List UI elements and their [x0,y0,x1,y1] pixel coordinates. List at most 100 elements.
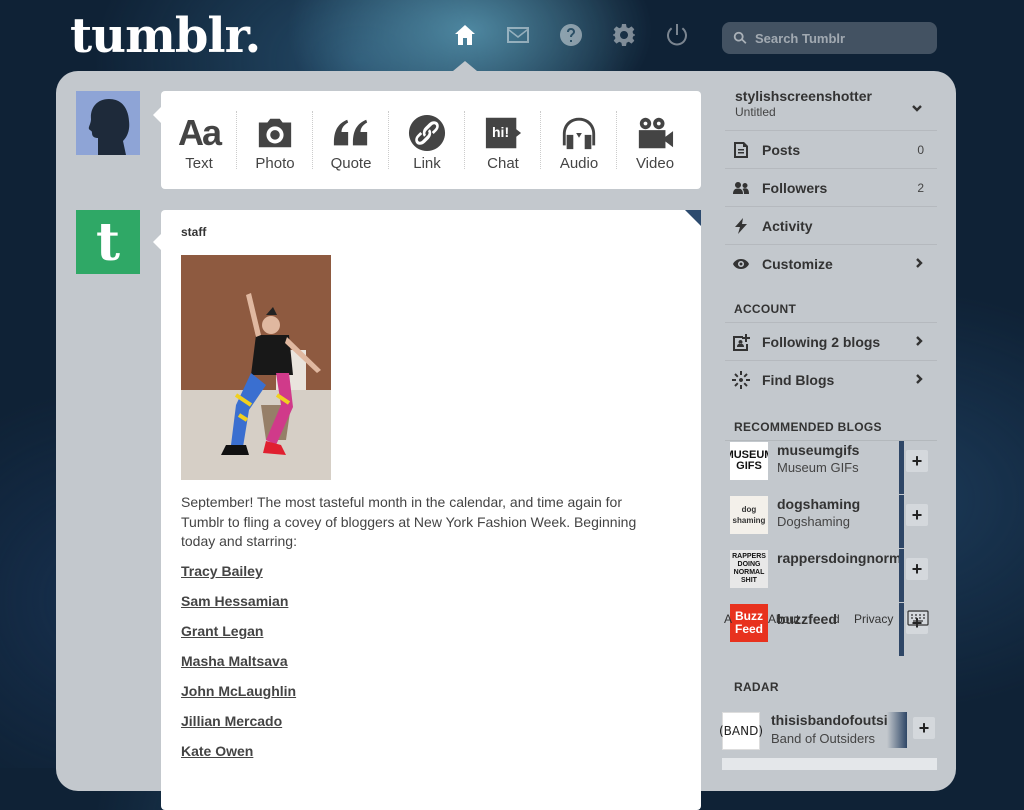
blog-title: Untitled [735,105,776,119]
blogger-link[interactable]: Jillian Mercado [181,713,282,729]
divider [887,712,907,748]
divider [899,495,904,548]
follow-button[interactable]: + [906,558,928,580]
footer-about-link[interactable]: About [768,612,799,626]
envelope-icon [507,27,529,43]
post-type-link[interactable]: Link [389,91,465,189]
chevron-right-icon [914,333,924,351]
keyboard-icon[interactable] [907,610,929,631]
recommended-blog[interactable]: dog shaming dogshaming Dogshaming + [725,495,937,548]
blog-avatar: (BAND) [719,712,763,750]
post-type-video[interactable]: Video [617,91,693,189]
radar-blog[interactable]: (BAND) thisisbandofoutsiders Band of Outs… [719,712,937,757]
search-icon [733,31,747,44]
sidebar-item-label: Customize [762,255,833,272]
sidebar-item-label: Posts [762,141,801,158]
find-blogs-icon [732,370,750,389]
blogger-link[interactable]: Sam Hessamian [181,593,288,609]
staff-avatar[interactable]: t [76,210,140,274]
followers-icon [733,181,749,194]
default-avatar-silhouette-icon [76,91,140,155]
blogger-link[interactable]: Tracy Bailey [181,563,263,579]
account-heading: ACCOUNT [734,302,797,316]
divider [899,441,904,494]
sidebar-item-followers[interactable]: Followers 2 [725,168,937,206]
chat-glyph: hi! [492,123,510,140]
post-type-quote[interactable]: Quote [313,91,389,189]
link-icon [408,114,446,151]
sidebar-item-label: Find Blogs [762,371,835,388]
posts-icon [734,141,748,158]
footer-privacy-link[interactable]: Privacy [854,612,893,626]
nav-home[interactable] [452,22,478,48]
chevron-right-icon [914,255,924,273]
follow-button[interactable]: + [906,504,928,526]
blogger-link[interactable]: Grant Legan [181,623,263,639]
sidebar-item-label: Followers [762,179,828,196]
nav-logout[interactable] [664,22,690,48]
lightning-icon [735,217,747,234]
sidebar-item-label: Following 2 blogs [762,333,881,350]
chevron-right-icon [914,371,924,389]
user-avatar[interactable] [76,91,140,155]
post-type-label: Photo [255,154,295,172]
nav-inbox[interactable] [505,22,531,48]
post-type-label: Audio [559,154,599,172]
nav-settings[interactable] [611,22,637,48]
blog-switcher[interactable]: stylishscreenshotter Untitled [735,88,930,119]
quote-icon [333,119,368,145]
sidebar-item-customize[interactable]: Customize [725,244,937,282]
blogger-link[interactable]: Kate Owen [181,743,253,759]
top-nav [452,22,690,48]
sidebar-item-following[interactable]: Following 2 blogs [725,322,937,360]
follow-button[interactable]: + [906,450,928,472]
video-camera-icon [638,117,674,148]
following-icon [733,333,750,351]
blog-subtitle: Museum GIFs [777,460,859,475]
blog-subtitle: Dogshaming [777,514,850,529]
blog-name: rappersdoingnormalshit [777,550,902,566]
gear-icon [613,24,635,46]
blog-name: thisisbandofoutsiders [771,712,906,728]
blog-avatar: dog shaming [730,496,768,534]
blog-avatar: RAPPERS DOING NORMAL SHIT [730,550,768,588]
post-type-audio[interactable]: Audio [541,91,617,189]
post-author[interactable]: staff [181,225,206,239]
power-icon [667,24,687,46]
radar-post-preview[interactable] [722,758,937,770]
followers-count: 2 [917,180,924,195]
recommended-blog[interactable]: RAPPERS DOING NORMAL SHIT rappersdoingno… [725,549,937,602]
blogger-link[interactable]: John McLaughlin [181,683,296,699]
post-type-photo[interactable]: Photo [237,91,313,189]
recommended-heading: RECOMMENDED BLOGS [734,420,882,434]
sidebar-item-posts[interactable]: Posts 0 [725,130,937,168]
post-corner-fold [685,210,701,226]
sidebar-item-activity[interactable]: Activity [725,206,937,244]
search-bar[interactable] [722,22,937,54]
blogger-link[interactable]: Masha Maltsava [181,653,288,669]
recommended-blog[interactable]: Buzz Feed buzzfeed + [725,603,937,656]
post-type-chat[interactable]: hi! Chat [465,91,541,189]
list-item: Kate Owen [181,743,296,773]
account-list: Following 2 blogs Find Blogs [725,322,937,398]
eye-icon [733,258,749,269]
sidebar-item-find-blogs[interactable]: Find Blogs [725,360,937,398]
post-type-bar: Aa Text Photo Quote Link hi! Chat Audio … [153,91,701,189]
divider [899,549,904,602]
radar-heading: RADAR [734,680,779,694]
post-type-text[interactable]: Aa Text [161,91,237,189]
search-input[interactable] [753,29,927,47]
nav-help[interactable] [558,22,584,48]
list-item: Jillian Mercado [181,713,296,743]
list-item: Masha Maltsava [181,653,296,683]
post-type-label: Chat [487,154,519,172]
sidebar-item-label: Activity [762,217,813,234]
recommended-blog[interactable]: MUSEUM GIFS museumgifs Museum GIFs + [725,441,937,494]
follow-button[interactable]: + [913,717,935,739]
post-type-label: Text [185,154,213,172]
post-photo[interactable] [181,255,331,480]
blog-name: dogshaming [777,496,861,512]
post-type-label: Quote [330,154,372,172]
tumblr-logo[interactable]: tumblr. [70,8,261,64]
divider [899,603,904,656]
